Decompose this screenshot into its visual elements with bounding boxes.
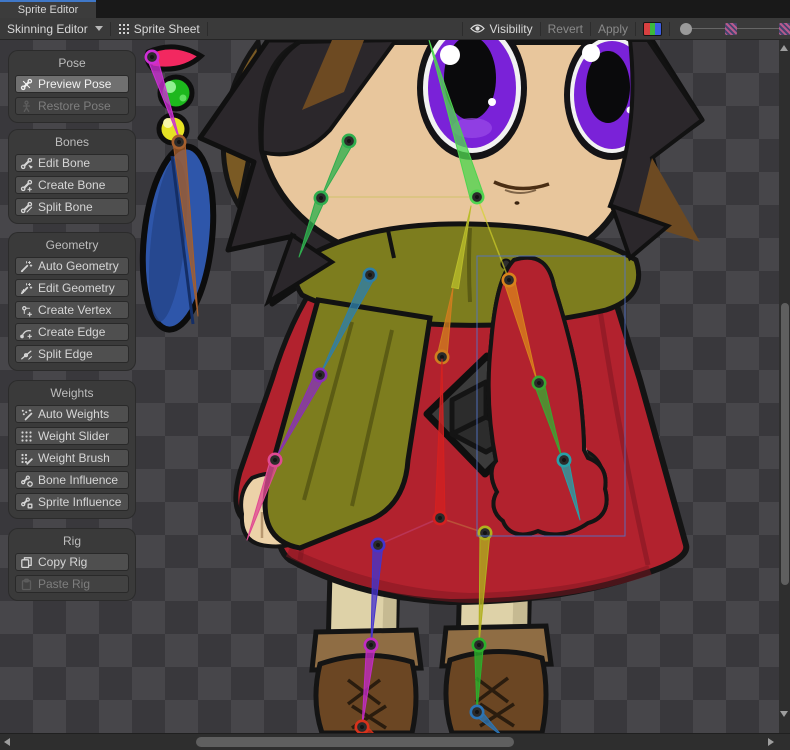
horizontal-scroll-thumb[interactable] bbox=[196, 737, 514, 747]
auto-weights-icon bbox=[20, 408, 33, 421]
dots-brush-icon bbox=[20, 452, 33, 465]
panel-title: Pose bbox=[9, 56, 135, 71]
button-label: Weight Brush bbox=[38, 451, 110, 465]
panel-title: Weights bbox=[9, 386, 135, 401]
panel-bones: Bones Edit Bone Create Bone Split Bone bbox=[9, 130, 135, 223]
button-label: Copy Rig bbox=[38, 555, 87, 569]
weight-brush-button[interactable]: Weight Brush bbox=[15, 449, 129, 467]
panel-title: Rig bbox=[9, 534, 135, 549]
button-label: Split Bone bbox=[38, 200, 93, 214]
create-bone-button[interactable]: Create Bone bbox=[15, 176, 129, 194]
wand-icon bbox=[20, 260, 33, 273]
vertical-scroll-thumb[interactable] bbox=[781, 303, 789, 585]
panel-pose: Pose Preview Pose Restore Pose bbox=[9, 51, 135, 122]
button-label: Create Vertex bbox=[38, 303, 111, 317]
panel-rig: Rig Copy Rig Paste Rig bbox=[9, 529, 135, 600]
preview-pose-button[interactable]: Preview Pose bbox=[15, 75, 129, 93]
edge-split-icon bbox=[20, 348, 33, 361]
bone-edit-icon bbox=[20, 157, 33, 170]
button-label: Sprite Influence bbox=[38, 495, 121, 509]
copy-icon bbox=[20, 556, 33, 569]
paste-rig-button[interactable]: Paste Rig bbox=[15, 575, 129, 593]
button-label: Auto Weights bbox=[38, 407, 109, 421]
weight-slider-button[interactable]: Weight Slider bbox=[15, 427, 129, 445]
bone-split-icon bbox=[20, 201, 33, 214]
button-label: Create Bone bbox=[38, 178, 105, 192]
panel-weights: Weights Auto Weights Weight Slider Weight B… bbox=[9, 381, 135, 518]
button-label: Weight Slider bbox=[38, 429, 109, 443]
panel-title: Bones bbox=[9, 135, 135, 150]
scroll-up-arrow[interactable] bbox=[780, 45, 788, 51]
button-label: Split Edge bbox=[38, 347, 93, 361]
scroll-left-arrow[interactable] bbox=[4, 738, 10, 746]
button-label: Restore Pose bbox=[38, 99, 111, 113]
button-label: Preview Pose bbox=[38, 77, 111, 91]
button-label: Auto Geometry bbox=[38, 259, 119, 273]
create-edge-button[interactable]: Create Edge bbox=[15, 323, 129, 341]
scroll-right-arrow[interactable] bbox=[768, 738, 774, 746]
left-eye bbox=[417, 16, 527, 160]
button-label: Edit Geometry bbox=[38, 281, 115, 295]
button-label: Paste Rig bbox=[38, 577, 90, 591]
auto-geometry-button[interactable]: Auto Geometry bbox=[15, 257, 129, 275]
vertical-scrollbar[interactable] bbox=[779, 40, 790, 733]
copy-rig-button[interactable]: Copy Rig bbox=[15, 553, 129, 571]
button-label: Bone Influence bbox=[38, 473, 118, 487]
split-edge-button[interactable]: Split Edge bbox=[15, 345, 129, 363]
dots-grid-icon bbox=[20, 430, 33, 443]
sprite-influence-icon bbox=[20, 496, 33, 509]
bone-influence-button[interactable]: Bone Influence bbox=[15, 471, 129, 489]
sprite-editor-window: Sprite Editor Skinning Editor Sprite She… bbox=[0, 0, 790, 750]
panel-geometry: Geometry Auto Geometry Edit Geometry Create… bbox=[9, 233, 135, 370]
wand-edit-icon bbox=[20, 282, 33, 295]
bone-create-icon bbox=[20, 179, 33, 192]
bone-cross-icon bbox=[20, 78, 33, 91]
bone-influence-icon bbox=[20, 474, 33, 487]
figure-icon bbox=[20, 100, 33, 113]
button-label: Edit Bone bbox=[38, 156, 90, 170]
button-label: Create Edge bbox=[38, 325, 105, 339]
edge-add-icon bbox=[20, 326, 33, 339]
restore-pose-button[interactable]: Restore Pose bbox=[15, 97, 129, 115]
scroll-down-arrow[interactable] bbox=[780, 711, 788, 717]
edit-bone-button[interactable]: Edit Bone bbox=[15, 154, 129, 172]
vertex-add-icon bbox=[20, 304, 33, 317]
split-bone-button[interactable]: Split Bone bbox=[15, 198, 129, 216]
panel-title: Geometry bbox=[9, 238, 135, 253]
edit-geometry-button[interactable]: Edit Geometry bbox=[15, 279, 129, 297]
sprite-influence-button[interactable]: Sprite Influence bbox=[15, 493, 129, 511]
auto-weights-button[interactable]: Auto Weights bbox=[15, 405, 129, 423]
horizontal-scrollbar[interactable] bbox=[0, 733, 790, 750]
create-vertex-button[interactable]: Create Vertex bbox=[15, 301, 129, 319]
paste-icon bbox=[20, 578, 33, 591]
